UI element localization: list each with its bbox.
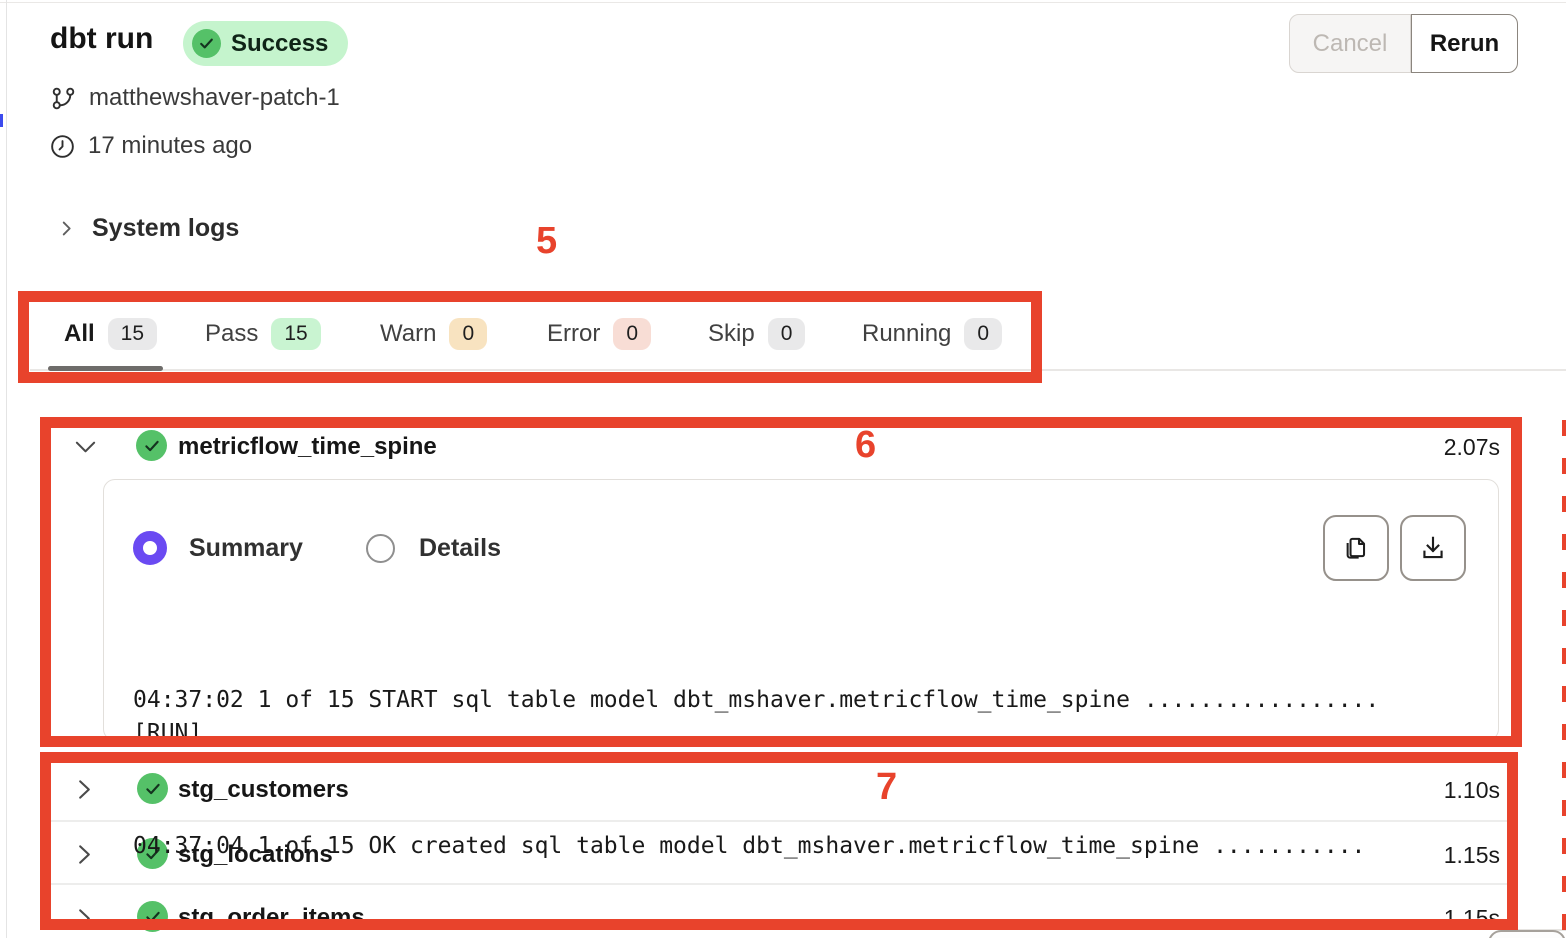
run-time-ago: 17 minutes ago: [88, 132, 252, 160]
step-name[interactable]: metricflow_time_spine: [178, 433, 437, 461]
tab-pass-label: Pass: [205, 320, 258, 348]
details-radio[interactable]: [366, 534, 395, 563]
copy-icon: [1341, 533, 1371, 563]
git-branch-icon: [50, 85, 77, 112]
chevron-right-icon[interactable]: [76, 907, 93, 930]
log-card: Summary Details 04:37:02 1 of 15 START s…: [103, 479, 1499, 741]
tabs-baseline: [30, 369, 1566, 371]
tab-all-count: 15: [108, 318, 157, 350]
tab-warn[interactable]: Warn 0: [380, 310, 487, 358]
annotation-label-5: 5: [536, 220, 557, 263]
summary-radio[interactable]: [133, 531, 167, 565]
summary-radio-label[interactable]: Summary: [189, 534, 303, 563]
branch-row: matthewshaver-patch-1: [50, 84, 340, 112]
rerun-button[interactable]: Rerun: [1411, 14, 1518, 73]
active-tab-underline: [48, 366, 163, 371]
time-row: 17 minutes ago: [49, 132, 252, 160]
annotation-edge-sliver: [1562, 420, 1566, 931]
tab-running[interactable]: Running 0: [862, 310, 1002, 358]
tab-warn-count: 0: [449, 318, 487, 350]
tab-skip-count: 0: [768, 318, 806, 350]
tab-pass[interactable]: Pass 15: [205, 310, 321, 358]
clock-icon: [49, 133, 76, 160]
chevron-down-icon[interactable]: [74, 438, 97, 456]
tab-all-label: All: [64, 320, 95, 348]
cursor-artifact: [0, 114, 3, 127]
tab-error-count: 0: [613, 318, 651, 350]
top-divider: [0, 2, 1566, 3]
download-icon: [1418, 533, 1448, 563]
system-logs-label: System logs: [92, 214, 239, 243]
tab-skip[interactable]: Skip 0: [708, 310, 805, 358]
chevron-right-icon[interactable]: [76, 843, 93, 866]
chevron-right-icon[interactable]: [76, 778, 93, 801]
log-line-1: 04:37:02 1 of 15 START sql table model d…: [133, 684, 1433, 750]
tab-warn-label: Warn: [380, 320, 436, 348]
copy-log-button[interactable]: [1323, 515, 1389, 581]
tab-pass-count: 15: [271, 318, 320, 350]
cancel-button[interactable]: Cancel: [1289, 14, 1411, 73]
tab-running-label: Running: [862, 320, 951, 348]
run-detail-page: dbt run Success Cancel Rerun matthewshav…: [0, 0, 1566, 938]
branch-name: matthewshaver-patch-1: [89, 84, 340, 112]
step-success-icon: [136, 430, 167, 461]
tab-error[interactable]: Error 0: [547, 310, 651, 358]
page-title: dbt run: [50, 22, 153, 56]
annotation-label-6: 6: [855, 424, 876, 467]
partial-floating-button[interactable]: [1488, 930, 1566, 938]
tab-skip-label: Skip: [708, 320, 755, 348]
success-check-icon: [192, 29, 221, 58]
download-log-button[interactable]: [1400, 515, 1466, 581]
status-badge-label: Success: [231, 30, 328, 58]
tab-all[interactable]: All 15: [64, 310, 157, 358]
left-divider: [6, 0, 7, 938]
run-actions-group: Cancel Rerun: [1289, 14, 1518, 73]
details-radio-label[interactable]: Details: [419, 534, 501, 563]
status-badge: Success: [183, 21, 348, 66]
tab-error-label: Error: [547, 320, 600, 348]
tab-running-count: 0: [964, 318, 1002, 350]
step-duration: 2.07s: [1390, 434, 1500, 461]
log-line-2: 04:37:04 1 of 15 OK created sql table mo…: [133, 830, 1433, 863]
log-output: 04:37:02 1 of 15 START sql table model d…: [133, 618, 1433, 929]
chevron-right-icon: [57, 219, 76, 238]
system-logs-expander[interactable]: System logs: [57, 214, 239, 243]
